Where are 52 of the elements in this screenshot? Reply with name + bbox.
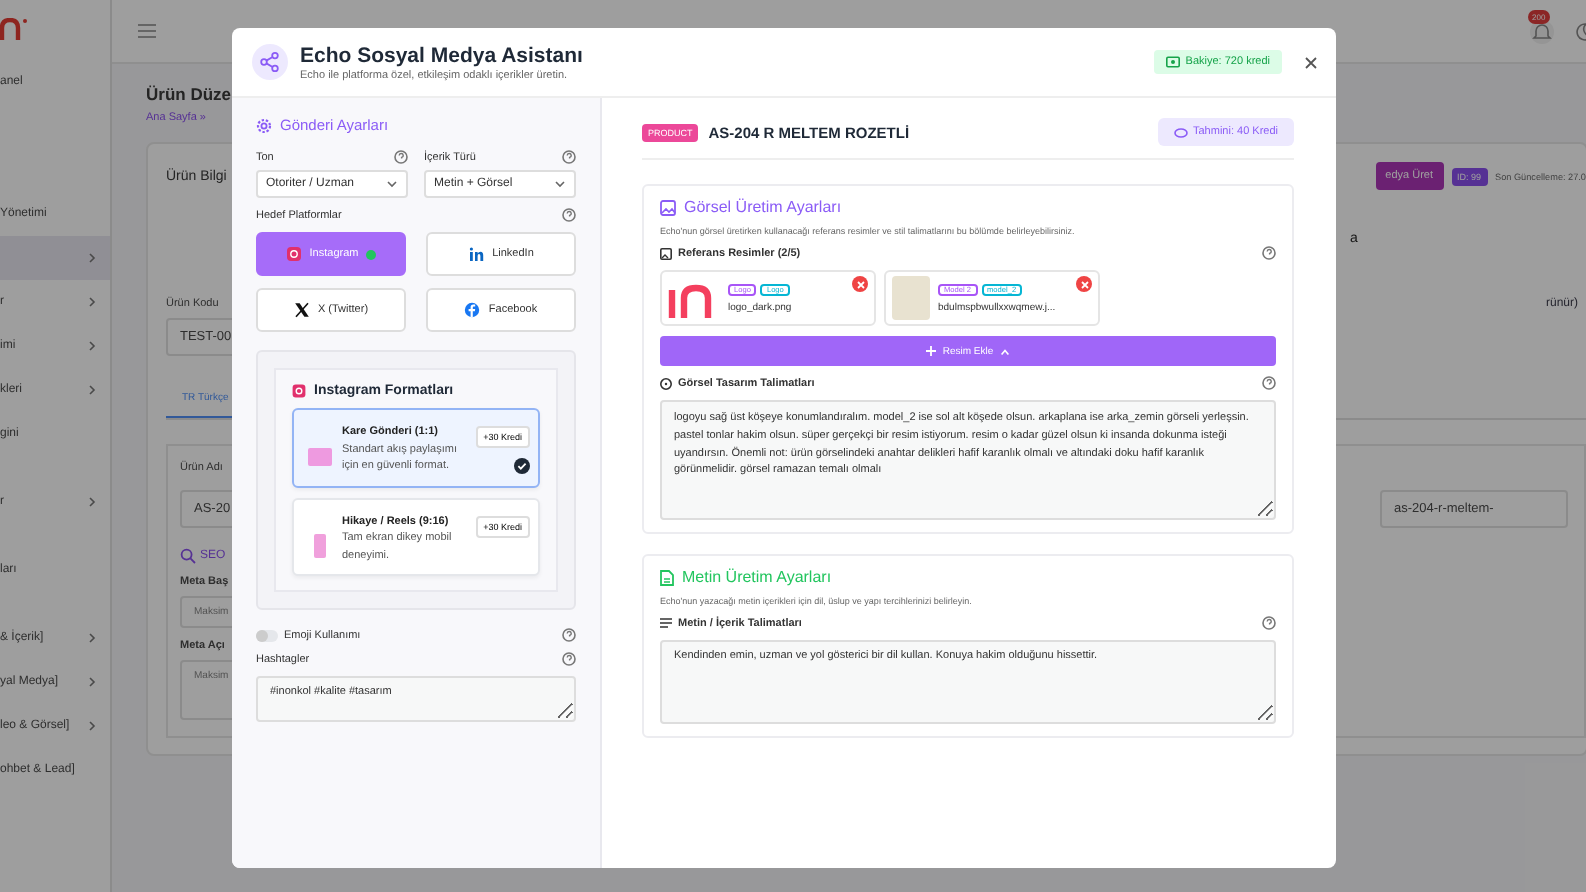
bell-icon <box>1532 21 1552 41</box>
dialog-title: Echo Sosyal Medya Asistanı <box>300 43 585 67</box>
document-icon <box>660 569 674 585</box>
share-icon <box>252 44 288 80</box>
chevron-icon <box>86 252 98 264</box>
close-button[interactable] <box>1302 53 1320 71</box>
lines-icon <box>660 618 672 628</box>
photo-placeholder <box>892 276 930 320</box>
chevron-icon <box>86 384 98 396</box>
close-icon <box>1304 55 1318 69</box>
help-icon <box>562 652 576 667</box>
instagram-icon <box>292 384 306 398</box>
caret-icon <box>554 178 566 190</box>
caret-icon <box>999 347 1010 355</box>
square-frame-icon <box>308 442 332 470</box>
x-logo-icon <box>293 302 310 318</box>
help-icon <box>394 150 408 164</box>
search-icon <box>180 548 196 564</box>
page-title: Ürün Düze <box>146 84 231 104</box>
toggle-switch[interactable] <box>256 629 278 642</box>
instagram-icon <box>285 246 302 262</box>
chevron-icon <box>86 340 98 352</box>
help-icon <box>562 150 576 164</box>
portrait-frame-icon <box>308 531 332 560</box>
chevron-icon <box>86 296 98 308</box>
chevron-icon <box>86 632 98 644</box>
money-icon <box>1165 56 1180 68</box>
chevron-icon <box>86 720 98 732</box>
chevron-icon <box>86 676 98 688</box>
gear-icon <box>256 117 272 133</box>
section-title: Görsel Üretim Ayarları <box>684 198 842 216</box>
facebook-icon <box>464 302 481 318</box>
check-icon <box>514 458 530 474</box>
menu-icon <box>138 24 156 38</box>
section-title: Metin Üretim Ayarları <box>682 568 832 586</box>
help-icon <box>1262 376 1276 390</box>
logo-icon <box>0 18 28 42</box>
close-icon <box>1079 279 1089 289</box>
plus-icon <box>926 346 937 356</box>
image-icon <box>660 247 672 259</box>
help-icon <box>562 208 576 222</box>
remove-button[interactable] <box>1076 276 1092 292</box>
linkedin-icon <box>468 246 485 262</box>
remove-button[interactable] <box>852 276 868 292</box>
help-icon <box>562 628 576 643</box>
chevron-icon <box>86 496 98 508</box>
status-dot-icon <box>366 249 377 259</box>
help-icon <box>1262 616 1276 630</box>
image-icon <box>660 199 676 215</box>
help-icon <box>1262 246 1276 260</box>
caret-icon <box>386 178 398 190</box>
close-icon <box>855 279 865 289</box>
